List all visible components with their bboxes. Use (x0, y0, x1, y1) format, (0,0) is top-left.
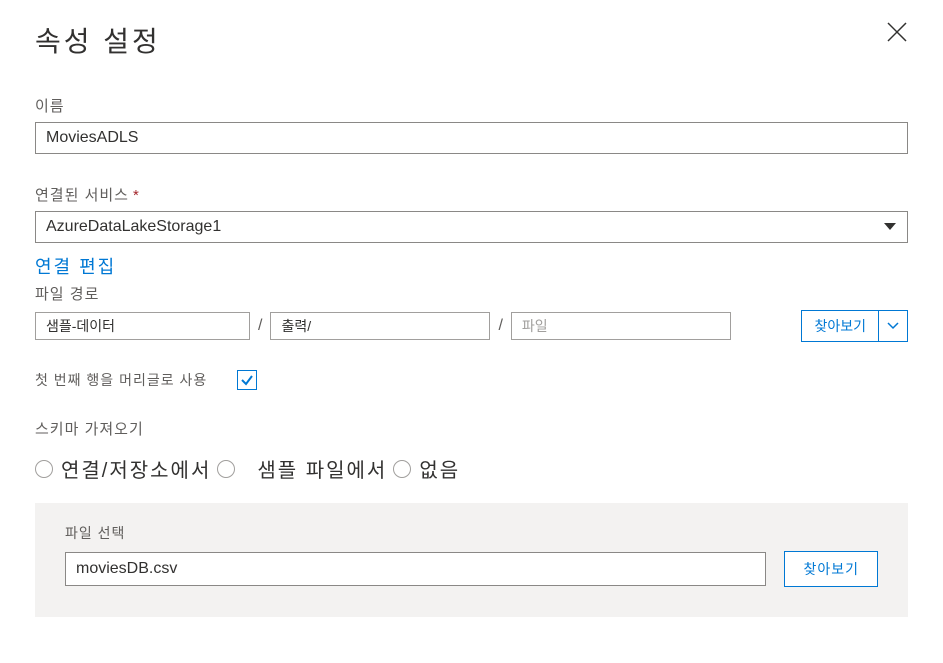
radio-none[interactable]: 없음 (393, 454, 460, 483)
close-icon (886, 21, 908, 43)
linked-service-select[interactable] (35, 211, 908, 243)
radio-circle-icon (217, 460, 235, 478)
path-separator: / (258, 317, 262, 335)
file-select-panel: 파일 선택 찾아보기 (35, 503, 908, 617)
name-label: 이름 (35, 95, 908, 116)
path-container-input[interactable] (35, 312, 250, 340)
radio-from-sample-file-label: 샘플 파일에서 (257, 454, 387, 483)
schema-import-label: 스키마 가져오기 (35, 418, 908, 439)
browse-button[interactable]: 찾아보기 (801, 310, 879, 342)
linked-service-value[interactable] (35, 211, 908, 243)
chevron-down-icon (887, 322, 899, 330)
edit-connection-link[interactable]: 연결 편집 (35, 253, 116, 279)
file-select-input[interactable] (65, 552, 766, 586)
path-separator: / (498, 317, 502, 335)
first-row-header-label: 첫 번째 행을 머리글로 사용 (35, 370, 207, 390)
first-row-header-checkbox[interactable] (237, 370, 257, 390)
path-file-input[interactable] (511, 312, 731, 340)
radio-circle-icon (393, 460, 411, 478)
file-select-label: 파일 선택 (65, 523, 878, 543)
file-select-browse-button[interactable]: 찾아보기 (784, 551, 878, 587)
checkmark-icon (240, 373, 254, 387)
linked-service-label: 연결된 서비스* (35, 184, 908, 205)
close-button[interactable] (886, 20, 908, 48)
name-input[interactable] (35, 122, 908, 154)
radio-none-label: 없음 (419, 454, 460, 483)
file-path-label: 파일 경로 (35, 283, 908, 304)
dialog-title: 속성 설정 (35, 20, 161, 60)
required-indicator: * (133, 187, 140, 204)
browse-dropdown-button[interactable] (879, 310, 908, 342)
radio-circle-icon (35, 460, 53, 478)
path-directory-input[interactable] (270, 312, 490, 340)
radio-from-connection[interactable]: 연결/저장소에서 (35, 454, 211, 483)
radio-from-sample-file[interactable]: 샘플 파일에서 (217, 454, 387, 483)
radio-from-connection-label: 연결/저장소에서 (61, 454, 211, 483)
